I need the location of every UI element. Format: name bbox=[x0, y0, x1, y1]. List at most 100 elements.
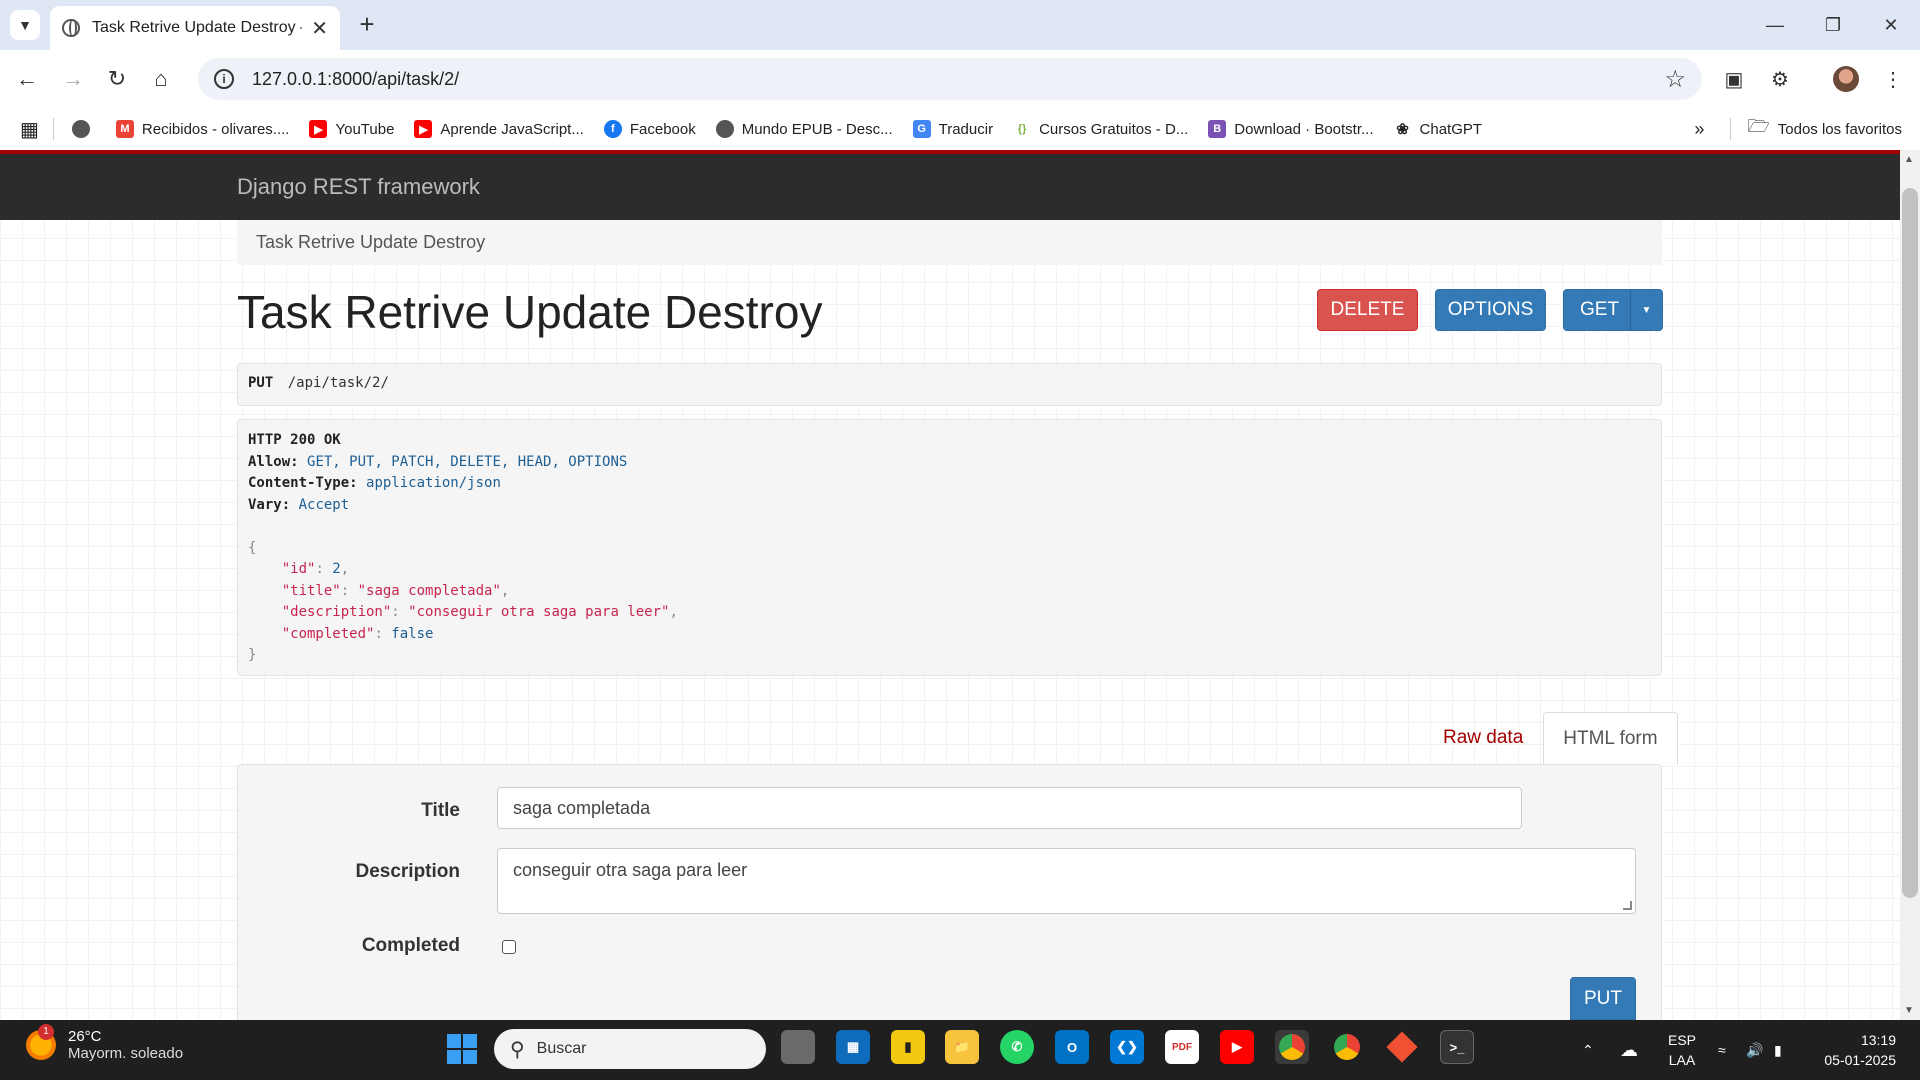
restore-button[interactable]: ❐ bbox=[1804, 0, 1862, 50]
taskbar-search[interactable]: ⚲ Buscar bbox=[494, 1029, 766, 1069]
forward-button[interactable]: → bbox=[56, 62, 90, 96]
completed-label: Completed bbox=[361, 935, 460, 956]
resize-handle-icon[interactable] bbox=[1623, 901, 1632, 910]
close-window-button[interactable]: ✕ bbox=[1862, 0, 1920, 50]
search-placeholder: Buscar bbox=[536, 1040, 587, 1057]
file-explorer-icon[interactable]: 📁 bbox=[945, 1030, 979, 1064]
drf-navbar: Django REST framework bbox=[0, 150, 1900, 220]
task-view-icon[interactable] bbox=[781, 1030, 815, 1064]
battery-icon[interactable]: ▮ bbox=[1774, 1020, 1782, 1080]
vscode-icon[interactable]: ❮❯ bbox=[1110, 1030, 1144, 1064]
pdf-icon[interactable]: PDF bbox=[1165, 1030, 1199, 1064]
bookmark-item[interactable]: ❀ ChatGPT bbox=[1394, 120, 1482, 139]
youtube-app-icon[interactable]: ▶ bbox=[1220, 1030, 1254, 1064]
site-info-icon[interactable]: i bbox=[214, 69, 234, 89]
notification-badge: 1 bbox=[38, 1024, 54, 1040]
clock[interactable]: 13:19 05-01-2025 bbox=[1824, 1030, 1896, 1070]
delete-button[interactable]: DELETE bbox=[1317, 289, 1418, 331]
lang-secondary: LAA bbox=[1668, 1052, 1696, 1068]
home-button[interactable]: ⌂ bbox=[144, 62, 178, 96]
header-value: application/json bbox=[366, 475, 501, 491]
description-textarea[interactable]: conseguir otra saga para leer bbox=[497, 848, 1636, 914]
browser-tab[interactable]: Task Retrive Update Destroy – Dj ✕ bbox=[50, 6, 340, 50]
json-key: "completed" bbox=[281, 625, 375, 642]
bookmark-item[interactable]: ▶ YouTube bbox=[309, 120, 394, 138]
title-input[interactable]: saga completada bbox=[497, 787, 1522, 829]
tab-html-form[interactable]: HTML form bbox=[1543, 712, 1678, 765]
menu-button[interactable]: ⋮ bbox=[1876, 62, 1910, 96]
divider bbox=[1730, 118, 1732, 140]
minimize-button[interactable]: — bbox=[1746, 0, 1804, 50]
git-icon[interactable] bbox=[1385, 1030, 1419, 1064]
bookmark-label: Facebook bbox=[629, 120, 696, 138]
media-icon: ▣ bbox=[1724, 68, 1744, 91]
completed-checkbox[interactable] bbox=[502, 940, 516, 954]
chevron-down-icon: ▼ bbox=[18, 17, 32, 33]
address-bar[interactable]: i 127.0.0.1:8000/api/task/2/ ☆ bbox=[198, 58, 1702, 100]
bookmark-item[interactable]: B Download · Bootstr... bbox=[1208, 120, 1374, 138]
volume-icon[interactable]: 🔊 bbox=[1746, 1020, 1763, 1080]
more-vert-icon: ⋮ bbox=[1883, 68, 1903, 91]
page-scrollbar[interactable]: ▲ ▼ bbox=[1900, 150, 1920, 1020]
outlook-icon[interactable]: O bbox=[1055, 1030, 1089, 1064]
onedrive-icon[interactable]: ☁ bbox=[1620, 1020, 1638, 1080]
breadcrumb-item[interactable]: Task Retrive Update Destroy bbox=[256, 232, 485, 252]
bookmark-item[interactable]: M Recibidos - olivares.... bbox=[115, 120, 289, 138]
bookmark-item[interactable]: Mundo EPUB - Desc... bbox=[715, 120, 893, 138]
brand-link[interactable]: Django REST framework bbox=[237, 174, 480, 200]
tab-raw-data[interactable]: Raw data bbox=[1423, 712, 1543, 764]
arrow-right-icon: → bbox=[62, 66, 84, 91]
chevron-down-icon[interactable]: ▼ bbox=[1630, 290, 1662, 330]
back-button[interactable]: ← bbox=[10, 62, 44, 96]
scroll-thumb[interactable] bbox=[1902, 188, 1918, 898]
power-bi-icon[interactable]: ▮ bbox=[891, 1030, 925, 1064]
bookmark-item[interactable]: G Traducir bbox=[912, 120, 993, 138]
terminal-icon[interactable]: >_ bbox=[1440, 1030, 1474, 1064]
bookmark-label: Mundo EPUB - Desc... bbox=[741, 120, 893, 138]
bookmark-item[interactable]: {} Cursos Gratuitos - D... bbox=[1013, 120, 1188, 138]
new-tab-button[interactable]: + bbox=[352, 10, 382, 40]
reload-button[interactable]: ↻ bbox=[100, 62, 134, 96]
extensions-button[interactable]: ⚙ bbox=[1763, 62, 1797, 96]
apps-button[interactable]: ▦ bbox=[20, 117, 39, 142]
youtube-icon: ▶ bbox=[414, 120, 433, 138]
youtube-icon: ▶ bbox=[309, 120, 328, 138]
store-icon[interactable]: ▦ bbox=[836, 1030, 870, 1064]
browser-toolbar: ← → ↻ ⌂ i 127.0.0.1:8000/api/task/2/ ☆ ▣… bbox=[0, 50, 1920, 108]
url-text[interactable]: 127.0.0.1:8000/api/task/2/ bbox=[252, 69, 459, 90]
scroll-down-icon[interactable]: ▼ bbox=[1904, 1005, 1914, 1016]
tray-chevron-icon[interactable]: ⌃ bbox=[1582, 1020, 1594, 1080]
options-button[interactable]: OPTIONS bbox=[1435, 289, 1546, 331]
wifi-icon[interactable]: ≈ bbox=[1718, 1020, 1726, 1080]
bookmark-item[interactable]: f Facebook bbox=[603, 120, 696, 138]
language-indicator[interactable]: ESP LAA bbox=[1668, 1030, 1696, 1070]
chrome-icon[interactable] bbox=[1275, 1030, 1309, 1064]
weather-sun-icon: 1 bbox=[26, 1024, 56, 1060]
bookmark-item[interactable]: ▶ Aprende JavaScript... bbox=[414, 120, 584, 138]
media-button[interactable]: ▣ bbox=[1717, 62, 1751, 96]
facebook-icon: f bbox=[603, 120, 622, 138]
whatsapp-icon[interactable]: ✆ bbox=[1000, 1030, 1034, 1064]
time: 13:19 bbox=[1860, 1032, 1896, 1048]
scroll-up-icon[interactable]: ▲ bbox=[1904, 154, 1914, 165]
json-value-completed: false bbox=[391, 625, 434, 642]
tab-strip: ▼ Task Retrive Update Destroy – Dj ✕ + —… bbox=[0, 0, 1920, 50]
get-button[interactable]: GET ▼ bbox=[1563, 289, 1663, 331]
put-button[interactable]: PUT bbox=[1570, 977, 1636, 1020]
puzzle-icon: ⚙ bbox=[1771, 68, 1789, 91]
request-info: PUT /api/task/2/ bbox=[237, 363, 1662, 406]
chrome-profile-icon[interactable] bbox=[1330, 1030, 1364, 1064]
tab-search-button[interactable]: ▼ bbox=[10, 10, 40, 40]
more-bookmarks-icon[interactable]: » bbox=[1694, 119, 1704, 140]
weather-widget[interactable]: 1 26°C Mayorm. soleado bbox=[26, 1024, 183, 1062]
all-bookmarks-link[interactable]: Todos los favoritos bbox=[1778, 121, 1902, 138]
breadcrumb: Task Retrive Update Destroy bbox=[237, 220, 1662, 265]
request-path: /api/task/2/ bbox=[287, 375, 389, 391]
bookmark-globe[interactable] bbox=[71, 120, 98, 138]
page-title: Task Retrive Update Destroy bbox=[237, 286, 823, 338]
bookmark-star-icon[interactable]: ☆ bbox=[1664, 65, 1686, 94]
profile-button[interactable] bbox=[1829, 62, 1863, 96]
form-tabs: Raw data HTML form bbox=[1423, 712, 1678, 765]
close-tab-icon[interactable]: ✕ bbox=[311, 16, 328, 41]
start-button[interactable] bbox=[447, 1034, 477, 1064]
